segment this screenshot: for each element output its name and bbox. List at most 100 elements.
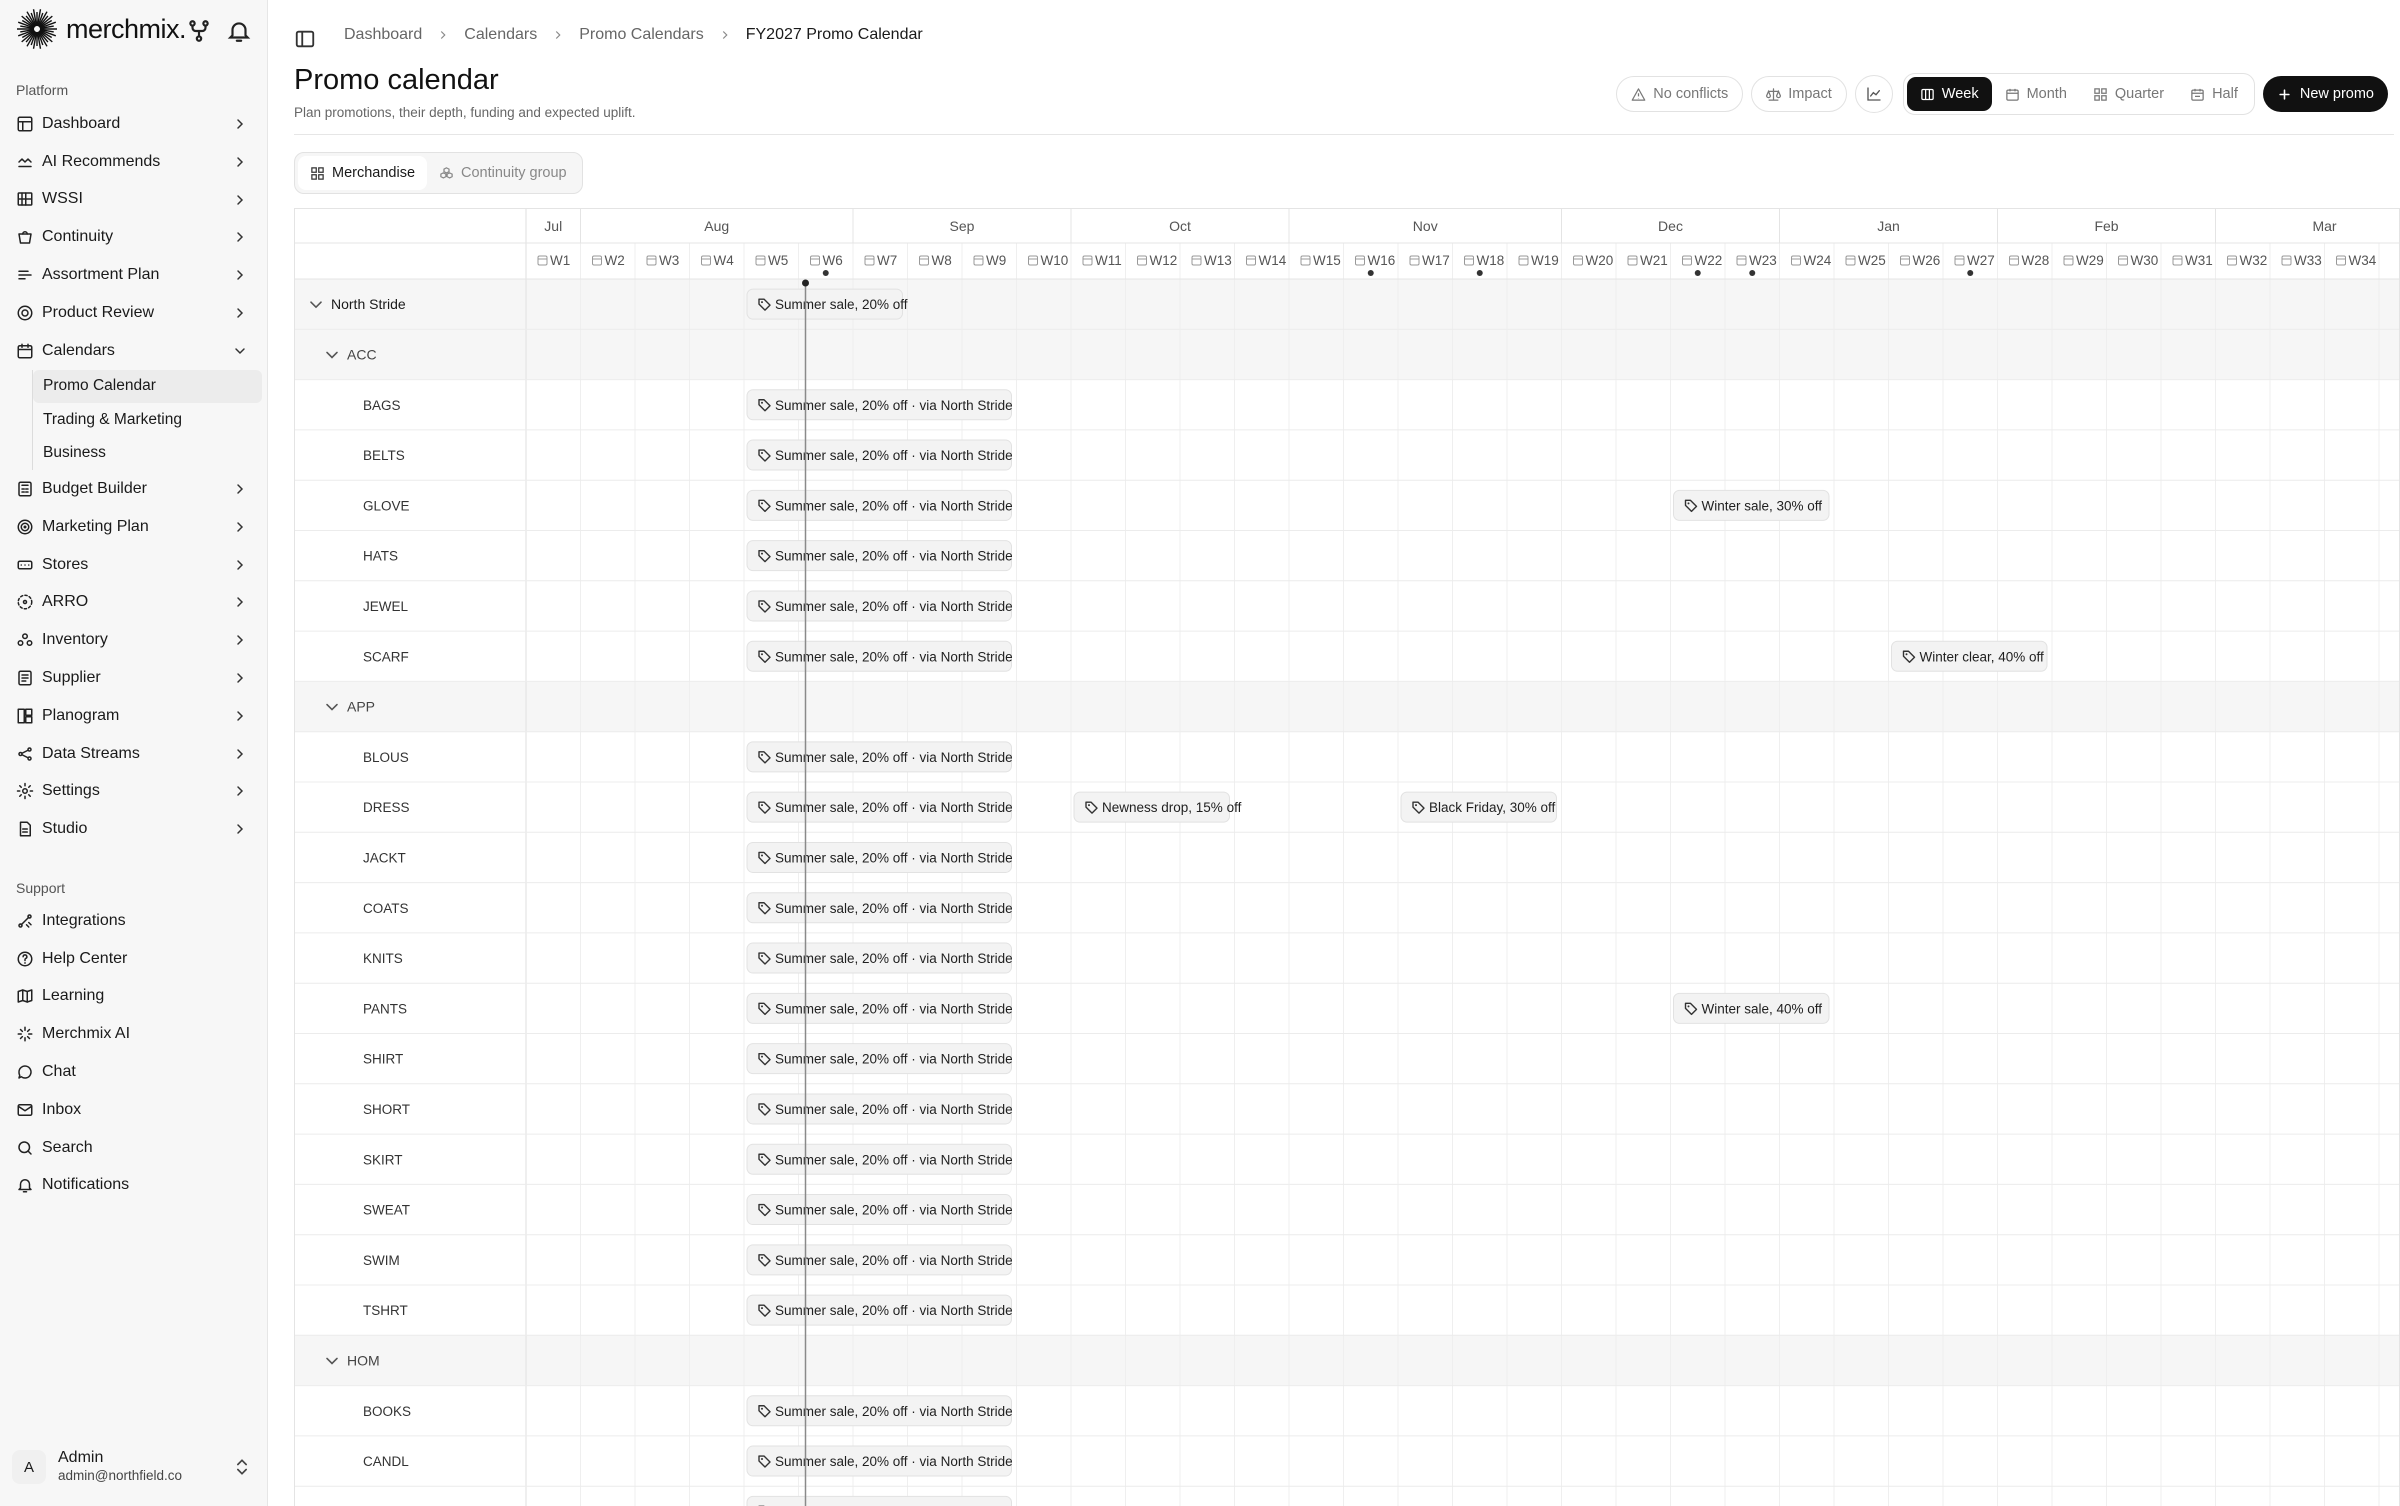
row-item-jewel: JEWEL <box>363 599 409 614</box>
brand-logo[interactable]: merchmix. <box>16 8 256 50</box>
support-nav: Integrations Help Center Learning Merchmix … <box>0 902 268 1204</box>
week-label[interactable]: W23 <box>1749 253 1777 268</box>
week-label[interactable]: W18 <box>1477 253 1505 268</box>
user-menu[interactable]: A Admin admin@northfield.co <box>12 1440 256 1494</box>
sidebar-item-stores[interactable]: Stores <box>0 546 268 584</box>
week-label[interactable]: W5 <box>768 253 788 268</box>
week-label[interactable]: W19 <box>1531 253 1559 268</box>
support-item-search[interactable]: Search <box>0 1129 268 1167</box>
sidebar-item-budget-builder[interactable]: Budget Builder <box>0 470 268 508</box>
week-label[interactable]: W13 <box>1204 253 1232 268</box>
chevron-right-icon <box>237 559 244 570</box>
calendar-row-bg <box>295 1285 2399 1336</box>
sidebar-toggle-icon[interactable] <box>294 28 316 50</box>
tab-merchandise[interactable]: Merchandise <box>298 156 428 190</box>
week-label[interactable]: W28 <box>2022 253 2050 268</box>
sidebar-item-planogram[interactable]: Planogram <box>0 697 268 735</box>
week-label[interactable]: W21 <box>1640 253 1668 268</box>
sidebar-item-calendars[interactable]: Calendars <box>0 332 268 370</box>
week-label[interactable]: W30 <box>2131 253 2159 268</box>
week-label[interactable]: W7 <box>877 253 897 268</box>
week-label[interactable]: W8 <box>932 253 952 268</box>
week-label[interactable]: W31 <box>2185 253 2213 268</box>
sidebar-item-inventory[interactable]: Inventory <box>0 621 268 659</box>
sidebar-item-continuity[interactable]: Continuity <box>0 218 268 256</box>
sidebar-subitem-trading-marketing[interactable]: Trading & Marketing <box>33 403 262 437</box>
support-item-merchmix-ai[interactable]: Merchmix AI <box>0 1015 268 1053</box>
view-week-button[interactable]: Week <box>1906 77 1992 111</box>
week-event-marker <box>1476 270 1483 276</box>
user-name: Admin <box>58 1449 104 1466</box>
new-promo-button[interactable]: New promo <box>2262 76 2388 112</box>
week-label[interactable]: W26 <box>1913 253 1941 268</box>
view-month-button[interactable]: Month <box>1992 77 2080 111</box>
week-label[interactable]: W11 <box>1095 253 1122 268</box>
week-label[interactable]: W25 <box>1858 253 1886 268</box>
conflicts-button[interactable]: No conflicts <box>1616 76 1744 112</box>
tag-icon-hole <box>761 452 763 455</box>
support-item-learning[interactable]: Learning <box>0 978 268 1016</box>
week-label[interactable]: W22 <box>1695 253 1723 268</box>
impact-button[interactable]: Impact <box>1751 76 1847 112</box>
view-quarter-button[interactable]: Quarter <box>2080 77 2177 111</box>
sidebar-item-supplier[interactable]: Supplier <box>0 659 268 697</box>
sidebar-item-arro[interactable]: ARRO <box>0 583 268 621</box>
week-label[interactable]: W16 <box>1368 253 1396 268</box>
week-label[interactable]: W4 <box>714 253 735 268</box>
week-label[interactable]: W1 <box>550 253 570 268</box>
sidebar-item-dashboard[interactable]: Dashboard <box>0 105 268 143</box>
week-label[interactable]: W2 <box>605 253 625 268</box>
week-label[interactable]: W9 <box>986 253 1006 268</box>
row-group-app[interactable]: APP <box>347 699 375 715</box>
week-label[interactable]: W34 <box>2349 253 2377 268</box>
tab-continuity-group[interactable]: Continuity group <box>427 156 579 190</box>
week-label[interactable]: W20 <box>1586 253 1614 268</box>
week-label[interactable]: W32 <box>2240 253 2268 268</box>
breadcrumb-current: FY2027 Promo Calendar <box>745 26 923 43</box>
row-group-hom[interactable]: HOM <box>347 1352 380 1368</box>
sidebar-item-studio[interactable]: Studio <box>0 810 268 848</box>
sidebar-item-data-streams[interactable]: Data Streams <box>0 735 268 773</box>
platform-nav: Dashboard AI Recommends WSSI Continuity Asso… <box>0 105 268 848</box>
sidebar-item-ai-recommends[interactable]: AI Recommends <box>0 143 268 181</box>
sidebar-item-marketing-plan[interactable]: Marketing Plan <box>0 508 268 546</box>
week-label[interactable]: W27 <box>1967 253 1995 268</box>
sidebar-subitem-promo-calendar[interactable]: Promo Calendar <box>33 369 262 404</box>
week-label[interactable]: W6 <box>823 253 843 268</box>
chart-toggle-button[interactable] <box>1854 75 1893 113</box>
support-item-help-center[interactable]: Help Center <box>0 940 268 978</box>
tag-icon-hole <box>761 1407 763 1410</box>
week-label[interactable]: W12 <box>1150 253 1178 268</box>
week-label[interactable]: W3 <box>659 253 679 268</box>
promo-label: Summer sale, 20% off · via North Stride <box>775 1454 1013 1469</box>
week-label[interactable]: W15 <box>1313 253 1341 268</box>
sidebar-item-product-review[interactable]: Product Review <box>0 294 268 332</box>
week-label[interactable]: W14 <box>1259 253 1287 268</box>
support-item-inbox[interactable]: Inbox <box>0 1091 268 1129</box>
sidebar-item-settings[interactable]: Settings <box>0 772 268 810</box>
support-item-notifications[interactable]: Notifications <box>0 1167 268 1205</box>
branch-icon[interactable] <box>186 18 212 44</box>
view-half-button[interactable]: Half <box>2177 77 2251 111</box>
row-group-north-stride[interactable]: North Stride <box>331 296 406 312</box>
sidebar-subitem-business[interactable]: Business <box>33 437 262 471</box>
breadcrumb-promo-calendars[interactable]: Promo Calendars <box>579 26 704 44</box>
week-label[interactable]: W33 <box>2294 253 2322 268</box>
week-label[interactable]: W17 <box>1422 253 1450 268</box>
chevron-right-icon <box>237 786 244 797</box>
calendars-submenu: Promo Calendar Trading & Marketing Busines… <box>32 369 262 471</box>
support-item-integrations[interactable]: Integrations <box>0 902 268 940</box>
bell-icon[interactable] <box>226 18 252 44</box>
breadcrumb-calendars[interactable]: Calendars <box>464 26 537 44</box>
week-label[interactable]: W24 <box>1804 253 1832 268</box>
week-label[interactable]: W29 <box>2076 253 2104 268</box>
chevron-right-icon <box>237 748 244 759</box>
sidebar-item-assortment-plan[interactable]: Assortment Plan <box>0 256 268 294</box>
promo-label: Winter sale, 30% off <box>1702 498 1823 513</box>
support-item-chat[interactable]: Chat <box>0 1053 268 1091</box>
breadcrumb-dashboard[interactable]: Dashboard <box>344 26 422 44</box>
week-label[interactable]: W10 <box>1041 253 1069 268</box>
row-group-acc[interactable]: ACC <box>347 346 377 362</box>
sidebar-item-wssi[interactable]: WSSI <box>0 181 268 219</box>
inbox-icon <box>17 1103 33 1116</box>
